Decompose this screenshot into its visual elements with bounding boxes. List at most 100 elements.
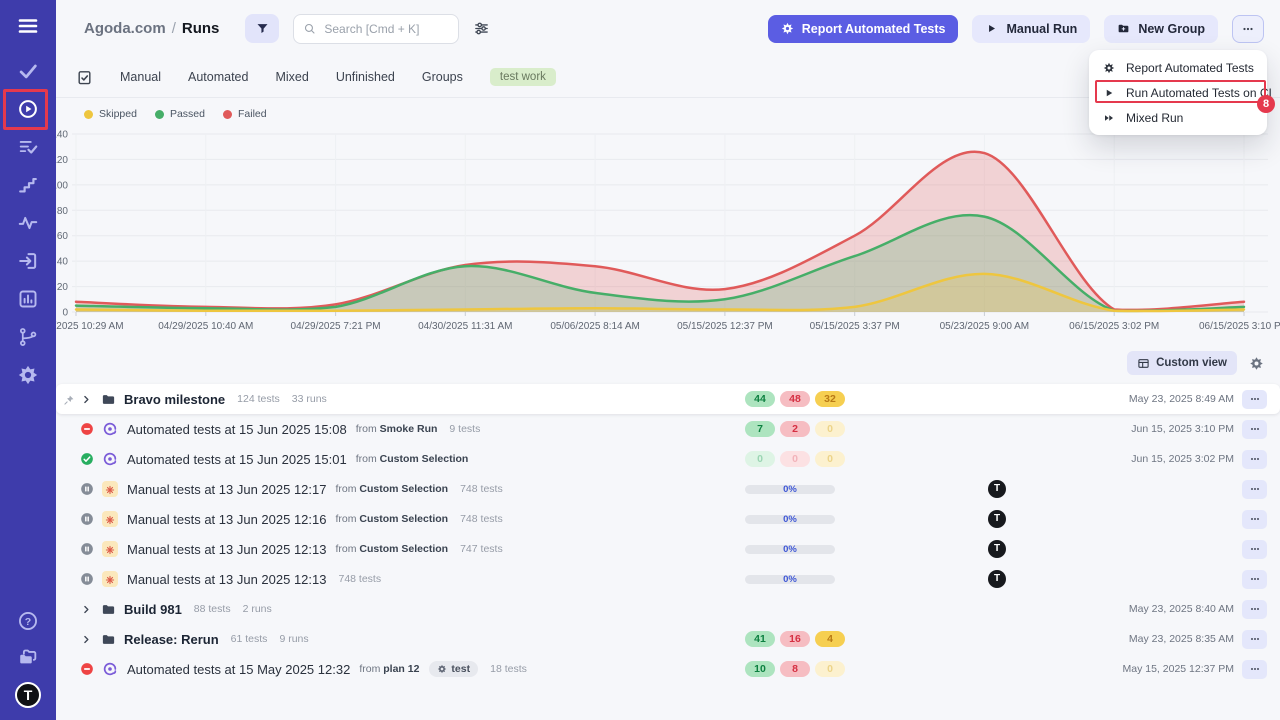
row-more-button[interactable]: [1242, 540, 1267, 559]
menu-item-mixed-run[interactable]: Mixed Run: [1089, 105, 1267, 130]
tests-count: 748 tests: [460, 483, 503, 495]
run-row[interactable]: Automated tests at 15 Jun 2025 15:08from…: [56, 414, 1280, 444]
row-more-button[interactable]: [1242, 660, 1267, 679]
expand-chevron-icon[interactable]: [80, 603, 93, 616]
test-work-badge[interactable]: test work: [490, 68, 556, 86]
assignee-avatar[interactable]: T: [988, 480, 1006, 498]
sidebar-item-help[interactable]: ?: [17, 610, 39, 632]
assignee-avatar[interactable]: T: [988, 510, 1006, 528]
tab-manual[interactable]: Manual: [120, 70, 161, 84]
row-more-button[interactable]: [1242, 450, 1267, 469]
table-icon: [1137, 357, 1150, 370]
runs-play-icon: [17, 98, 39, 120]
new-group-button[interactable]: New Group: [1104, 15, 1218, 43]
sidebar-item-milestones-steps[interactable]: [17, 174, 39, 196]
pending-status-icon: [80, 542, 94, 556]
search-input[interactable]: [322, 21, 449, 37]
tests-count: 9 tests: [449, 423, 480, 435]
expand-chevron-icon[interactable]: [80, 393, 93, 406]
row-more-button[interactable]: [1242, 630, 1267, 649]
run-title[interactable]: Manual tests at 13 Jun 2025 12:13: [127, 572, 326, 587]
sidebar-item-settings-gear[interactable]: [17, 364, 39, 386]
expand-chevron-icon[interactable]: [80, 633, 93, 646]
runs-checklist-icon[interactable]: [76, 69, 93, 86]
user-avatar[interactable]: T: [15, 682, 41, 708]
result-pills: 41164: [745, 631, 845, 647]
manual-run-icon: [104, 514, 116, 526]
run-date: Jun 15, 2025 3:10 PM: [1131, 423, 1234, 435]
run-row[interactable]: Manual tests at 13 Jun 2025 12:13from Cu…: [56, 534, 1280, 564]
sidebar-item-test-plans[interactable]: [17, 136, 39, 158]
run-row[interactable]: Automated tests at 15 Jun 2025 15:01from…: [56, 444, 1280, 474]
group-row[interactable]: Build 98188 tests2 runsMay 23, 2025 8:40…: [56, 594, 1280, 624]
run-date: May 15, 2025 12:37 PM: [1123, 663, 1235, 675]
view-settings-button[interactable]: [1249, 356, 1264, 371]
filter-button[interactable]: [245, 14, 279, 43]
svg-text:100: 100: [56, 180, 68, 191]
svg-text:140: 140: [56, 130, 68, 141]
tab-mixed[interactable]: Mixed: [275, 70, 308, 84]
pending-status-icon: [80, 512, 94, 526]
sidebar-item-tests-check[interactable]: [17, 60, 39, 82]
run-title[interactable]: Automated tests at 15 May 2025 12:32: [127, 662, 350, 677]
run-row[interactable]: Automated tests at 15 May 2025 12:32from…: [56, 654, 1280, 684]
row-more-button[interactable]: [1242, 420, 1267, 439]
more-actions-button[interactable]: [1232, 15, 1264, 43]
row-more-button[interactable]: [1242, 510, 1267, 529]
hamburger-menu-icon[interactable]: [16, 14, 40, 38]
failed-status-icon: [80, 422, 94, 436]
tab-groups[interactable]: Groups: [422, 70, 463, 84]
run-title[interactable]: Manual tests at 13 Jun 2025 12:13: [127, 542, 326, 557]
ellipsis-icon: [1249, 513, 1261, 525]
legend-item-passed[interactable]: Passed: [155, 108, 205, 120]
breadcrumb-project[interactable]: Agoda.com: [84, 20, 166, 37]
sidebar-item-projects-folder[interactable]: [17, 646, 39, 668]
assignee-avatar[interactable]: T: [988, 540, 1006, 558]
row-more-button[interactable]: [1242, 570, 1267, 589]
row-more-button[interactable]: [1242, 600, 1267, 619]
run-title[interactable]: Manual tests at 13 Jun 2025 12:17: [127, 482, 326, 497]
row-more-button[interactable]: [1242, 390, 1267, 409]
tag-badge[interactable]: test: [429, 661, 478, 677]
sidebar-item-reports-chart[interactable]: [17, 288, 39, 310]
run-row[interactable]: Manual tests at 13 Jun 2025 12:16from Cu…: [56, 504, 1280, 534]
sidebar-item-analytics-pulse[interactable]: [17, 212, 39, 234]
sliders-icon[interactable]: [473, 20, 490, 37]
sidebar-item-runs-play[interactable]: [17, 98, 39, 120]
legend-item-failed[interactable]: Failed: [223, 108, 267, 120]
group-row[interactable]: Release: Rerun61 tests9 runs41164May 23,…: [56, 624, 1280, 654]
progress-value: 0%: [783, 545, 797, 554]
run-title[interactable]: Automated tests at 15 Jun 2025 15:01: [127, 452, 347, 467]
group-title[interactable]: Bravo milestone: [124, 392, 225, 407]
group-row[interactable]: Bravo milestone124 tests33 runs444832May…: [56, 384, 1280, 414]
failed-count-pill: 48: [780, 391, 810, 407]
legend-item-skipped[interactable]: Skipped: [84, 108, 137, 120]
menu-item-report-automated-tests[interactable]: Report Automated Tests: [1089, 55, 1267, 80]
run-title[interactable]: Manual tests at 13 Jun 2025 12:16: [127, 512, 326, 527]
run-row[interactable]: Manual tests at 13 Jun 2025 12:17from Cu…: [56, 474, 1280, 504]
manual-run-icon: [104, 544, 116, 556]
report-automated-tests-button[interactable]: Report Automated Tests: [768, 15, 959, 43]
runs-count: 33 runs: [292, 393, 327, 405]
sidebar-item-branches[interactable]: [17, 326, 39, 348]
run-title[interactable]: Automated tests at 15 Jun 2025 15:08: [127, 422, 347, 437]
run-row[interactable]: Manual tests at 13 Jun 2025 12:13748 tes…: [56, 564, 1280, 594]
custom-view-button[interactable]: Custom view: [1127, 351, 1237, 375]
group-title[interactable]: Build 981: [124, 602, 182, 617]
row-more-button[interactable]: [1242, 480, 1267, 499]
tab-unfinished[interactable]: Unfinished: [336, 70, 395, 84]
pin-icon: [63, 394, 75, 406]
passed-count-pill: 44: [745, 391, 775, 407]
tab-automated[interactable]: Automated: [188, 70, 248, 84]
menu-item-run-automated-tests-on-ci[interactable]: Run Automated Tests on CI: [1089, 80, 1267, 105]
hamburger-menu-icon: [16, 14, 40, 38]
svg-text:04/29/2025 7:21 PM: 04/29/2025 7:21 PM: [291, 321, 381, 332]
assignee-avatar[interactable]: T: [988, 570, 1006, 588]
group-title[interactable]: Release: Rerun: [124, 632, 219, 647]
sidebar-item-import[interactable]: [17, 250, 39, 272]
failed-count-pill: 2: [780, 421, 810, 437]
fast-forward-icon: [1103, 112, 1115, 124]
run-date: May 23, 2025 8:40 AM: [1129, 603, 1234, 615]
manual-run-button[interactable]: Manual Run: [972, 15, 1090, 43]
search-box[interactable]: [293, 14, 459, 44]
